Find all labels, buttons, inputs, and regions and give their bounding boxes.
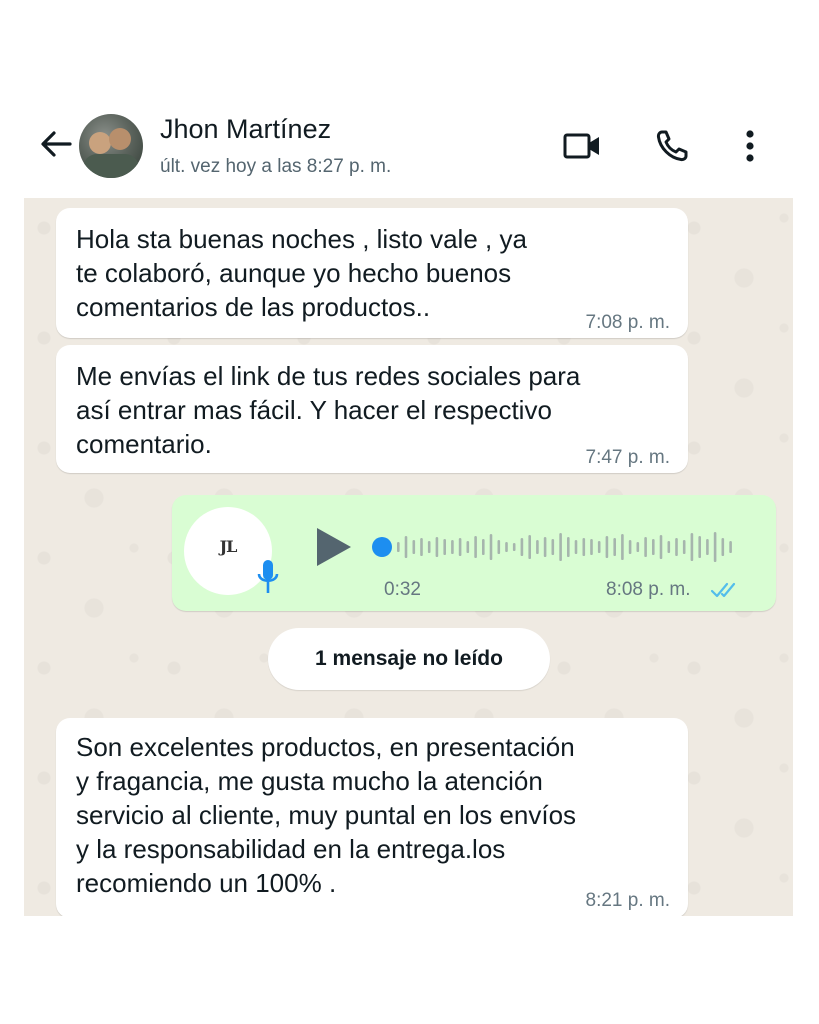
waveform-bar (713, 532, 717, 562)
waveform-bar (605, 536, 609, 558)
waveform-bar (528, 535, 531, 559)
voice-duration: 0:32 (384, 579, 421, 600)
waveform-bar (543, 537, 547, 557)
waveform-bar (644, 537, 647, 557)
waveform-bar (443, 539, 446, 555)
phone-call-icon[interactable] (652, 126, 696, 166)
incoming-message[interactable]: Hola sta buenas noches , listo vale , ya… (56, 208, 688, 338)
waveform-bar (520, 538, 524, 556)
chat-area[interactable]: Hola sta buenas noches , listo vale , ya… (24, 198, 793, 916)
message-time: 7:08 p. m. (585, 312, 671, 333)
unread-messages-banner: 1 mensaje no leído (268, 628, 550, 690)
message-time: 8:21 p. m. (585, 890, 671, 911)
more-options-icon[interactable] (730, 126, 770, 166)
waveform-bar (613, 538, 616, 556)
back-arrow-icon[interactable] (36, 124, 76, 164)
outgoing-voice-message[interactable]: JL 0:32 8:08 p. m. (172, 495, 776, 611)
message-text: Son excelentes productos, en presentació… (76, 732, 577, 898)
waveform-bar (451, 540, 454, 554)
waveform-bar (690, 533, 694, 561)
waveform-bar (667, 541, 671, 553)
waveform-bar (427, 541, 431, 553)
waveform-bar (474, 536, 477, 558)
contact-name[interactable]: Jhon Martínez (160, 114, 331, 145)
message-time: 7:47 p. m. (585, 447, 671, 468)
waveform-bar (536, 540, 539, 554)
waveform-bar (706, 539, 709, 555)
chat-header: Jhon Martínez últ. vez hoy a las 8:27 p.… (0, 100, 819, 196)
waveform-bar (397, 542, 400, 552)
waveform-bar (597, 541, 601, 553)
playback-scrubber[interactable] (372, 537, 392, 557)
incoming-message[interactable]: Son excelentes productos, en presentació… (56, 718, 688, 916)
waveform-bar (574, 540, 578, 554)
message-time: 8:08 p. m. (606, 579, 691, 600)
waveform-bar (420, 538, 423, 556)
contact-avatar[interactable] (79, 114, 143, 178)
waveform-bar (659, 535, 663, 559)
waveform-bar (466, 541, 470, 553)
waveform-bar (512, 543, 516, 551)
waveform-bar (482, 539, 485, 555)
waveform-bar (559, 533, 562, 561)
waveform-bar (675, 538, 678, 556)
last-seen-status: últ. vez hoy a las 8:27 p. m. (160, 156, 392, 177)
video-call-icon[interactable] (560, 126, 604, 166)
waveform-bar (590, 539, 593, 555)
incoming-message[interactable]: Me envías el link de tus redes sociales … (56, 345, 688, 473)
waveform (397, 532, 732, 562)
waveform-bar (628, 540, 632, 554)
waveform-bar (721, 538, 725, 556)
waveform-bar (489, 534, 493, 560)
waveform-bar (458, 538, 462, 556)
waveform-bar (682, 540, 686, 554)
message-text: Hola sta buenas noches , listo vale , ya… (76, 224, 527, 322)
waveform-bar (582, 538, 586, 556)
message-text: Me envías el link de tus redes sociales … (76, 361, 581, 459)
waveform-bar (652, 539, 655, 555)
logo-text: JL (219, 537, 238, 556)
waveform-bar (404, 536, 408, 558)
waveform-bar (567, 537, 570, 557)
waveform-bar (412, 540, 416, 554)
waveform-bar (551, 539, 555, 555)
waveform-bar (636, 542, 640, 552)
waveform-bar (729, 541, 732, 553)
double-check-read-icon (710, 582, 736, 598)
microphone-icon (257, 560, 279, 593)
waveform-bar (698, 536, 701, 558)
waveform-bar (497, 540, 501, 554)
waveform-bar (621, 534, 624, 560)
waveform-bar (505, 542, 508, 552)
play-icon[interactable] (312, 525, 354, 569)
waveform-bar (435, 537, 439, 557)
